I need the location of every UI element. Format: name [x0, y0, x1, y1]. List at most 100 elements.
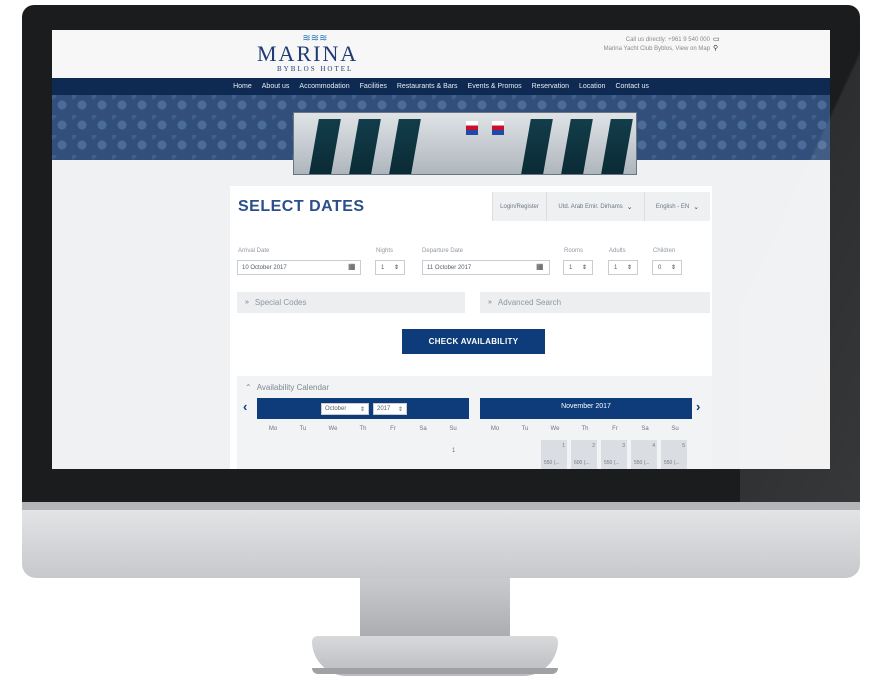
desktop-scene: ≋≋≋ MARINA BYBLOS HOTEL Call us directly…	[0, 0, 871, 681]
weekday-label: Su	[449, 426, 457, 432]
rooms-value: 1	[569, 264, 573, 271]
weekday-label: Fr	[390, 426, 396, 432]
prev-month-arrow-icon[interactable]: ‹	[243, 400, 247, 414]
nav-reservation[interactable]: Reservation	[532, 83, 569, 90]
calendar-day-cell[interactable]: 5 550 (...	[661, 440, 687, 469]
arrival-label: Arrival Date	[238, 248, 270, 254]
calendar-title: Availability Calendar	[256, 383, 330, 392]
chevron-down-icon: ⌄	[626, 203, 633, 211]
year-select[interactable]: 2017 ⇕	[373, 403, 407, 415]
screen-glare	[740, 5, 860, 502]
adults-stepper[interactable]: 1 ⇕	[608, 260, 638, 275]
day-price: 550 (...	[634, 460, 650, 466]
departure-date-value: 11 October 2017	[427, 264, 472, 271]
departure-label: Departure Date	[422, 248, 464, 254]
monitor-stand-edge	[312, 668, 558, 674]
check-availability-label: CHECK AVAILABILITY	[428, 337, 519, 346]
monitor-screen: ≋≋≋ MARINA BYBLOS HOTEL Call us directly…	[52, 30, 830, 469]
right-month-title: November 2017	[561, 403, 611, 410]
day-number: 5	[682, 443, 685, 449]
nav-contact[interactable]: Contact us	[615, 83, 648, 90]
day-number: 3	[622, 443, 625, 449]
departure-date-field[interactable]: 11 October 2017	[422, 260, 550, 275]
calendar-icon[interactable]: ▦	[348, 263, 356, 271]
next-month-arrow-icon[interactable]: ›	[696, 400, 700, 414]
currency-label: Utd. Arab Emir. Dirhams	[558, 203, 623, 210]
children-label: Children	[653, 248, 676, 254]
currency-select[interactable]: Utd. Arab Emir. Dirhams ⌄	[546, 192, 644, 221]
page-title: SELECT DATES	[238, 198, 365, 215]
adults-value: 1	[614, 264, 618, 271]
weekday-label: Tu	[299, 426, 307, 432]
day-number: 4	[652, 443, 655, 449]
rooms-stepper[interactable]: 1 ⇕	[563, 260, 593, 275]
weekday-label: Mo	[490, 426, 500, 432]
logo-subtitle: BYBLOS HOTEL	[277, 65, 354, 73]
calendar-icon[interactable]: ▦	[536, 263, 544, 271]
arrival-date-value: 10 October 2017	[242, 264, 287, 271]
rooms-label: Rooms	[564, 248, 584, 254]
day-price: 550 (...	[544, 460, 560, 466]
adults-label: Adults	[609, 248, 626, 254]
calendar-toggle[interactable]: ⌃ Availability Calendar	[245, 383, 329, 392]
map-pin-icon: ⚲	[713, 45, 719, 52]
calendar-day[interactable]: 1	[452, 448, 455, 454]
nav-facilities[interactable]: Facilities	[360, 83, 387, 90]
weekday-label: Sa	[419, 426, 427, 432]
updown-arrow-icon: ⇕	[670, 265, 676, 271]
weekday-label: We	[550, 426, 560, 432]
monitor-stand-neck	[360, 578, 510, 640]
contact-block: Call us directly: +961 9 540 000 Marina …	[604, 36, 710, 54]
nights-label: Nights	[376, 248, 394, 254]
day-price: 550 (...	[664, 460, 680, 466]
check-availability-button[interactable]: CHECK AVAILABILITY	[402, 329, 545, 354]
updown-arrow-icon: ⇕	[581, 265, 587, 271]
monitor-chin-edge	[22, 502, 860, 510]
day-number: 1	[562, 443, 565, 449]
double-chevron-down-icon: »	[488, 299, 492, 306]
monitor-chin	[22, 502, 860, 578]
login-label: Login/Register	[500, 203, 539, 210]
month-select[interactable]: October ⇕	[321, 403, 369, 415]
nav-about[interactable]: About us	[262, 83, 290, 90]
availability-calendar: ⌃ Availability Calendar ‹ October ⇕ 2017…	[237, 376, 712, 469]
weekday-label: Fr	[612, 426, 618, 432]
nav-home[interactable]: Home	[233, 83, 252, 90]
children-stepper[interactable]: 0 ⇕	[652, 260, 682, 275]
chevron-up-icon: ⌃	[245, 383, 252, 392]
day-price: 600 (...	[574, 460, 590, 466]
special-codes-toggle[interactable]: » Special Codes	[237, 292, 465, 313]
hotel-photo	[293, 112, 637, 175]
logo-title[interactable]: MARINA	[257, 43, 382, 65]
language-label: English - EN	[655, 203, 690, 210]
updown-arrow-icon: ⇕	[397, 406, 403, 413]
nav-events[interactable]: Events & Promos	[468, 83, 522, 90]
advanced-search-toggle[interactable]: » Advanced Search	[480, 292, 710, 313]
calendar-day-cell[interactable]: 3 550 (...	[601, 440, 627, 469]
calendar-day-cell[interactable]: 4 550 (...	[631, 440, 657, 469]
nav-accommodation[interactable]: Accommodation	[299, 83, 349, 90]
weekday-label: We	[328, 426, 338, 432]
weekday-label: Th	[581, 426, 589, 432]
contact-phone[interactable]: Call us directly: +961 9 540 000	[604, 36, 710, 45]
double-chevron-down-icon: »	[245, 299, 249, 306]
site-header: ≋≋≋ MARINA BYBLOS HOTEL Call us directly…	[52, 30, 830, 78]
nav-restaurants[interactable]: Restaurants & Bars	[397, 83, 458, 90]
advanced-search-label: Advanced Search	[497, 298, 562, 307]
calendar-day-cell[interactable]: 1 550 (...	[541, 440, 567, 469]
language-select[interactable]: English - EN ⌄	[644, 192, 710, 221]
updown-arrow-icon: ⇕	[626, 265, 632, 271]
login-button[interactable]: Login/Register	[492, 192, 546, 221]
nights-value: 1	[381, 264, 385, 271]
contact-address[interactable]: Marina Yacht Club Byblos, View on Map	[604, 45, 710, 54]
year-select-value: 2017	[377, 406, 391, 412]
month-select-value: October	[325, 406, 347, 412]
day-price: 550 (...	[604, 460, 620, 466]
weekday-label: Tu	[521, 426, 529, 432]
nights-stepper[interactable]: 1 ⇕	[375, 260, 405, 275]
arrival-date-field[interactable]: 10 October 2017	[237, 260, 361, 275]
phone-icon: ▭	[713, 36, 720, 43]
calendar-day-cell[interactable]: 2 600 (...	[571, 440, 597, 469]
weekday-label: Sa	[641, 426, 649, 432]
nav-location[interactable]: Location	[579, 83, 605, 90]
